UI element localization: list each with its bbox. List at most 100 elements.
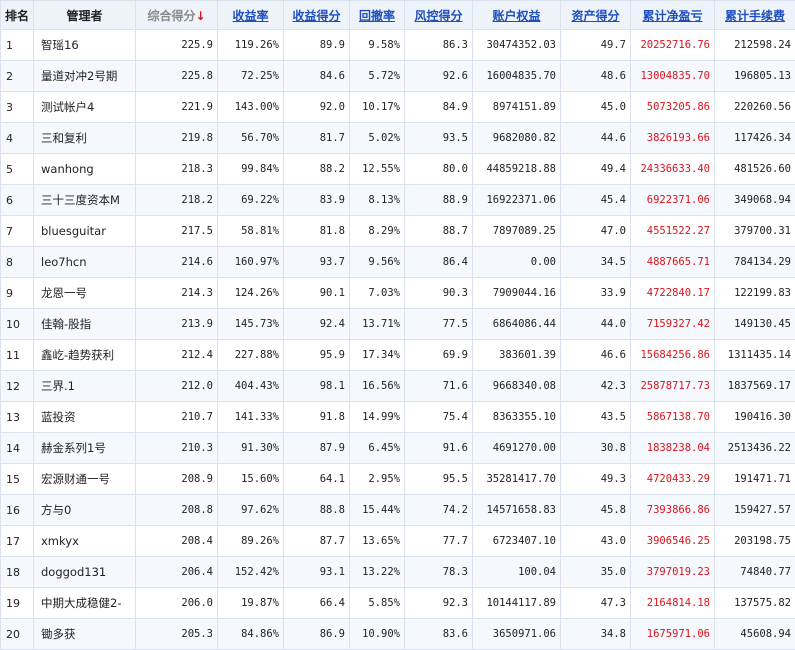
cell-cum-pnl: 6922371.06	[631, 185, 715, 216]
cell-rank: 3	[1, 92, 34, 123]
cell-rank: 16	[1, 495, 34, 526]
header-return-score[interactable]: 收益得分	[284, 1, 350, 30]
cell-risk-score: 88.9	[405, 185, 473, 216]
cell-return-score: 64.1	[284, 464, 350, 495]
cell-equity: 8363355.10	[473, 402, 561, 433]
cell-equity: 10144117.89	[473, 588, 561, 619]
table-row: 2量道对冲2号期225.872.25%84.65.72%92.616004835…	[1, 61, 795, 92]
cell-rank: 13	[1, 402, 34, 433]
cell-asset-score: 45.4	[561, 185, 631, 216]
header-composite-label[interactable]: 综合得分	[147, 9, 195, 23]
cell-cum-fee: 149130.45	[715, 309, 795, 340]
cell-asset-score: 44.6	[561, 123, 631, 154]
cell-equity: 30474352.03	[473, 30, 561, 61]
cell-return-score: 81.7	[284, 123, 350, 154]
cell-asset-score: 43.0	[561, 526, 631, 557]
table-row: 19中期大成稳健2-206.019.87%66.45.85%92.3101441…	[1, 588, 795, 619]
cell-cum-pnl: 3797019.23	[631, 557, 715, 588]
cell-risk-score: 77.7	[405, 526, 473, 557]
cell-drawdown: 17.34%	[350, 340, 405, 371]
header-equity[interactable]: 账户权益	[473, 1, 561, 30]
cell-return-score: 90.1	[284, 278, 350, 309]
cell-drawdown: 13.22%	[350, 557, 405, 588]
cell-manager-name: 锄多获	[34, 619, 136, 650]
cell-return-rate: 227.88%	[218, 340, 284, 371]
cell-asset-score: 30.8	[561, 433, 631, 464]
cell-cum-pnl: 5073205.86	[631, 92, 715, 123]
cell-return-score: 89.9	[284, 30, 350, 61]
cell-risk-score: 74.2	[405, 495, 473, 526]
cell-manager-name: doggod131	[34, 557, 136, 588]
cell-drawdown: 5.85%	[350, 588, 405, 619]
table-row: 5wanhong218.399.84%88.212.55%80.04485921…	[1, 154, 795, 185]
cell-rank: 2	[1, 61, 34, 92]
header-cum-fee[interactable]: 累计手续费	[715, 1, 795, 30]
cell-drawdown: 8.29%	[350, 216, 405, 247]
cell-return-rate: 143.00%	[218, 92, 284, 123]
cell-drawdown: 13.71%	[350, 309, 405, 340]
cell-composite-score: 206.0	[136, 588, 218, 619]
cell-cum-fee: 212598.24	[715, 30, 795, 61]
cell-risk-score: 77.5	[405, 309, 473, 340]
table-row: 14赫金系列1号210.391.30%87.96.45%91.64691270.…	[1, 433, 795, 464]
cell-manager-name: 三和复利	[34, 123, 136, 154]
header-asset-score[interactable]: 资产得分	[561, 1, 631, 30]
cell-risk-score: 83.6	[405, 619, 473, 650]
cell-equity: 9668340.08	[473, 371, 561, 402]
cell-drawdown: 10.17%	[350, 92, 405, 123]
cell-equity: 4691270.00	[473, 433, 561, 464]
table-row: 6三十三度资本M218.269.22%83.98.13%88.916922371…	[1, 185, 795, 216]
header-cum-pnl[interactable]: 累计净盈亏	[631, 1, 715, 30]
table-row: 10佳翰-股指213.9145.73%92.413.71%77.56864086…	[1, 309, 795, 340]
cell-return-rate: 84.86%	[218, 619, 284, 650]
cell-cum-pnl: 4887665.71	[631, 247, 715, 278]
cell-risk-score: 84.9	[405, 92, 473, 123]
cell-cum-fee: 481526.60	[715, 154, 795, 185]
cell-risk-score: 86.4	[405, 247, 473, 278]
cell-cum-fee: 45608.94	[715, 619, 795, 650]
cell-return-rate: 141.33%	[218, 402, 284, 433]
cell-rank: 17	[1, 526, 34, 557]
cell-composite-score: 217.5	[136, 216, 218, 247]
table-row: 11鑫屹-趋势获利212.4227.88%95.917.34%69.938360…	[1, 340, 795, 371]
cell-asset-score: 49.7	[561, 30, 631, 61]
cell-equity: 44859218.88	[473, 154, 561, 185]
cell-composite-score: 208.8	[136, 495, 218, 526]
cell-rank: 14	[1, 433, 34, 464]
table-row: 20锄多获205.384.86%86.910.90%83.63650971.06…	[1, 619, 795, 650]
ranking-table: 排名 管理者 综合得分↓ 收益率 收益得分 回撤率 风控得分 账户权益 资产得分…	[0, 0, 795, 650]
cell-cum-fee: 190416.30	[715, 402, 795, 433]
cell-equity: 8974151.89	[473, 92, 561, 123]
cell-rank: 11	[1, 340, 34, 371]
cell-cum-fee: 784134.29	[715, 247, 795, 278]
cell-return-rate: 97.62%	[218, 495, 284, 526]
cell-manager-name: xmkyx	[34, 526, 136, 557]
cell-return-score: 87.7	[284, 526, 350, 557]
cell-cum-pnl: 25878717.73	[631, 371, 715, 402]
cell-cum-fee: 379700.31	[715, 216, 795, 247]
header-drawdown[interactable]: 回撤率	[350, 1, 405, 30]
cell-return-score: 92.0	[284, 92, 350, 123]
table-row: 7bluesguitar217.558.81%81.88.29%88.77897…	[1, 216, 795, 247]
cell-asset-score: 49.3	[561, 464, 631, 495]
cell-composite-score: 221.9	[136, 92, 218, 123]
cell-manager-name: 龙恩一号	[34, 278, 136, 309]
cell-rank: 10	[1, 309, 34, 340]
cell-cum-fee: 220260.56	[715, 92, 795, 123]
cell-risk-score: 90.3	[405, 278, 473, 309]
cell-cum-pnl: 3826193.66	[631, 123, 715, 154]
cell-return-rate: 145.73%	[218, 309, 284, 340]
sort-down-arrow-icon: ↓	[195, 9, 205, 23]
cell-risk-score: 93.5	[405, 123, 473, 154]
cell-rank: 7	[1, 216, 34, 247]
cell-risk-score: 86.3	[405, 30, 473, 61]
table-row: 16方与0208.897.62%88.815.44%74.214571658.8…	[1, 495, 795, 526]
cell-cum-fee: 1837569.17	[715, 371, 795, 402]
header-composite-score[interactable]: 综合得分↓	[136, 1, 218, 30]
header-risk-score[interactable]: 风控得分	[405, 1, 473, 30]
header-return-rate[interactable]: 收益率	[218, 1, 284, 30]
cell-cum-pnl: 2164814.18	[631, 588, 715, 619]
cell-cum-fee: 349068.94	[715, 185, 795, 216]
table-header-row: 排名 管理者 综合得分↓ 收益率 收益得分 回撤率 风控得分 账户权益 资产得分…	[1, 1, 795, 30]
cell-rank: 18	[1, 557, 34, 588]
